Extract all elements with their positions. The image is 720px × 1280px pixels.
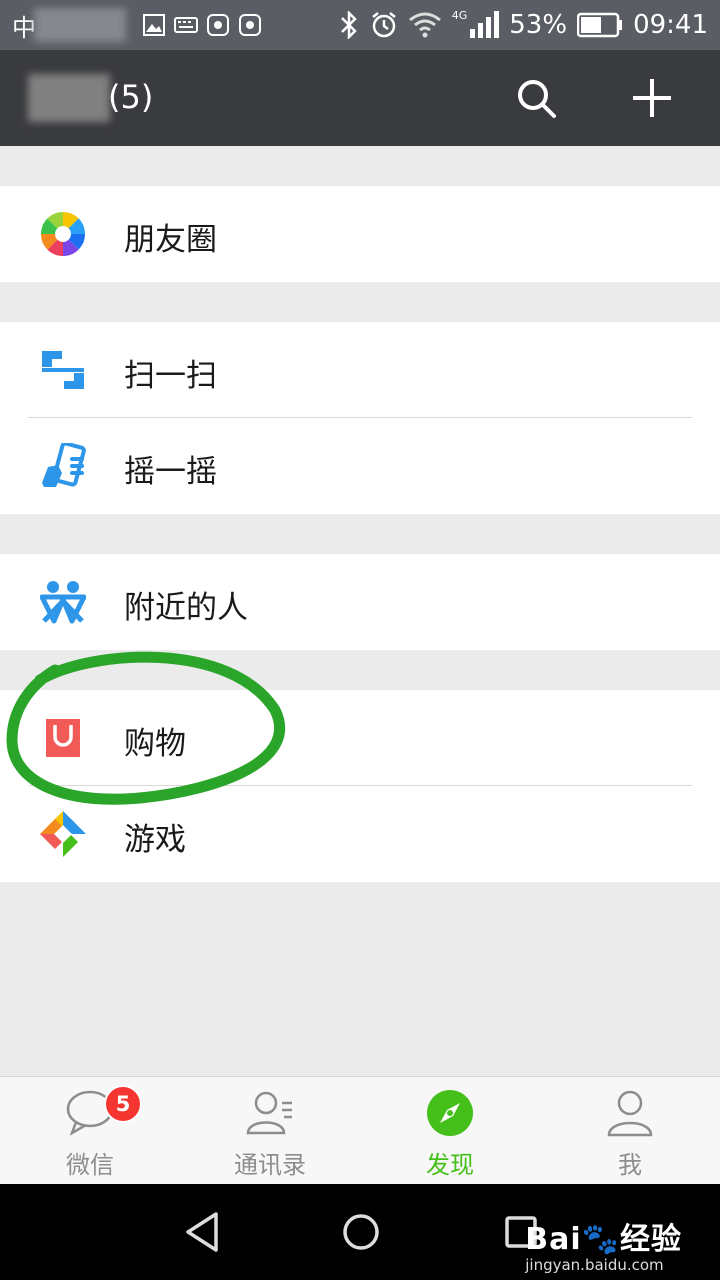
contacts-icon [246, 1091, 292, 1135]
shake-label: 摇一摇 [124, 454, 217, 490]
system-nav-bar: Bai🐾经验 jingyan.baidu.com [0, 1184, 720, 1280]
menu-item-nearby[interactable]: 附近的人 [0, 554, 720, 650]
home-icon[interactable] [337, 1208, 385, 1256]
group-nearby: 附近的人 [0, 554, 720, 650]
wifi-icon [408, 12, 441, 38]
watermark-brand-suffix: 经验 [620, 1222, 682, 1257]
plus-icon [633, 79, 671, 117]
tab-me[interactable]: 我 [540, 1077, 720, 1185]
tab-contacts[interactable]: 通讯录 [180, 1077, 360, 1185]
alarm-icon [371, 12, 396, 38]
tab-me-label: 我 [618, 1151, 642, 1179]
nearby-label: 附近的人 [124, 590, 248, 626]
watermark-brand-text: Bai [525, 1222, 582, 1257]
bottom-tab-bar: 5 微信 通讯录 发现 我 [0, 1076, 720, 1184]
games-icon [40, 811, 86, 857]
unread-badge: 5 [104, 1085, 142, 1123]
clock: 09:41 [633, 10, 708, 40]
status-bar-left: 中 [12, 8, 262, 42]
tab-discover[interactable]: 发现 [360, 1077, 540, 1185]
image-icon [143, 14, 165, 36]
huawei-app-icon-2 [239, 14, 261, 36]
tab-chats-label: 微信 [66, 1151, 114, 1179]
bluetooth-icon [340, 11, 357, 39]
compass-icon [427, 1090, 473, 1136]
status-bar: 中 4G 53% 09:41 [0, 0, 720, 50]
menu-item-games[interactable]: 游戏 [0, 786, 720, 882]
people-nearby-icon [40, 581, 86, 624]
network-type: 4G [451, 8, 468, 22]
tab-chats[interactable]: 5 微信 [0, 1077, 180, 1185]
group-shopping-games: 购物 游戏 [0, 690, 720, 882]
menu-item-scan[interactable]: 扫一扫 [0, 322, 720, 418]
scan-icon [42, 351, 84, 389]
header-title: (5) [108, 78, 154, 116]
blurred-carrier [34, 8, 126, 42]
shopping-bag-icon [46, 719, 80, 757]
group-scan-shake: 扫一扫 摇一摇 [0, 322, 720, 514]
tab-contacts-label: 通讯录 [234, 1151, 306, 1179]
moments-label: 朋友圈 [124, 222, 217, 258]
menu-item-shake[interactable]: 摇一摇 [0, 418, 720, 514]
battery-icon [577, 12, 623, 38]
games-label: 游戏 [124, 822, 186, 858]
watermark-url: jingyan.baidu.com [525, 1256, 664, 1274]
group-moments: 朋友圈 [0, 186, 720, 282]
carrier-label: 中 [12, 13, 36, 42]
menu-item-moments[interactable]: 朋友圈 [0, 186, 720, 282]
shake-icon [42, 443, 86, 487]
back-icon[interactable] [178, 1208, 226, 1256]
signal-icon [470, 11, 500, 38]
huawei-app-icon [207, 14, 229, 36]
status-bar-right: 4G 53% 09:41 [338, 8, 708, 42]
watermark-brand: Bai🐾经验 [525, 1214, 682, 1258]
menu-item-shopping[interactable]: 购物 [0, 690, 720, 786]
shopping-label: 购物 [124, 726, 186, 762]
add-button[interactable] [624, 70, 680, 126]
moments-icon [40, 211, 86, 257]
keyboard-icon [174, 17, 198, 33]
app-header: (5) [0, 50, 720, 146]
baidu-jingyan-watermark: Bai🐾经验 jingyan.baidu.com [525, 1214, 682, 1274]
scan-label: 扫一扫 [124, 358, 217, 394]
blurred-title [28, 74, 110, 122]
battery-percent: 53% [509, 10, 568, 40]
search-icon [518, 80, 556, 118]
tab-discover-label: 发现 [426, 1151, 474, 1179]
search-button[interactable] [508, 70, 564, 126]
paw-icon: 🐾 [581, 1222, 620, 1257]
profile-icon [607, 1090, 653, 1137]
